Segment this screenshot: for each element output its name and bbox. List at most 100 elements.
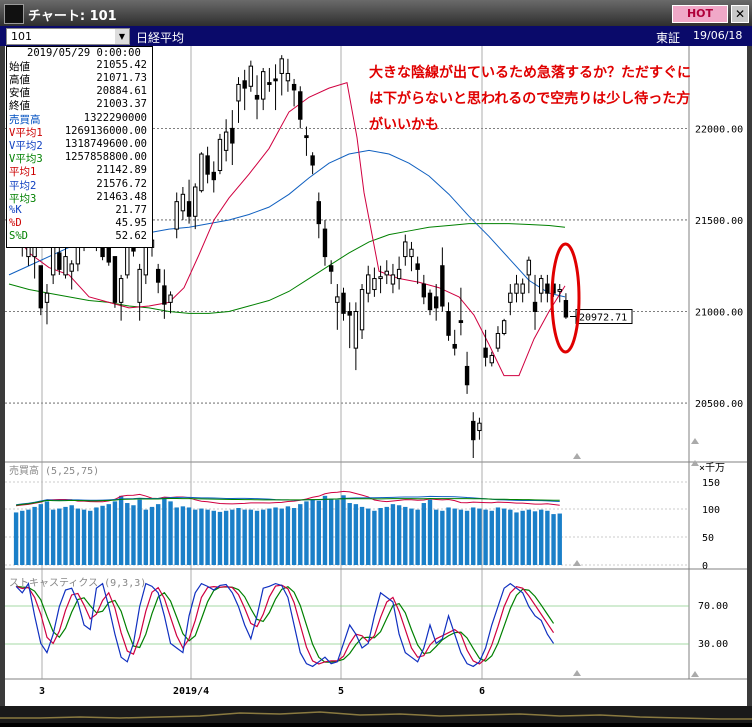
- volume-bar: [223, 510, 229, 565]
- volume-bar: [106, 504, 111, 565]
- info-date-row: 2019/05/29 0:00:00: [7, 47, 150, 59]
- stoch-tick-label: 30.00: [698, 639, 728, 650]
- candle-body: [557, 289, 562, 292]
- volume-bar: [236, 508, 241, 565]
- info-value: 21003.37: [96, 98, 147, 111]
- candle-body: [143, 246, 149, 276]
- volume-bar: [180, 506, 186, 565]
- volume-bar: [520, 510, 525, 565]
- volume-bar: [421, 503, 427, 565]
- volume-bar: [440, 510, 445, 565]
- volume-bar: [495, 507, 501, 565]
- volume-bar: [526, 509, 532, 565]
- candle-body: [63, 256, 68, 276]
- candle-body: [539, 278, 544, 294]
- info-row: 安値 20884.61: [7, 85, 150, 99]
- chart-window: チャート: 101 HOT ✕ 101 ▼ 日経平均 東証 19/06/18 2…: [0, 0, 752, 723]
- info-row: %D 45.95: [7, 217, 150, 229]
- scroll-arrow-icon: [573, 453, 581, 459]
- candle-body: [322, 228, 328, 258]
- candle-body: [217, 138, 223, 172]
- volume-bar: [112, 501, 118, 565]
- overview-strip: [0, 711, 752, 720]
- info-value: 1269136000.00: [64, 124, 147, 137]
- stock-name: 日経平均: [136, 31, 185, 45]
- info-value: 20884.61: [96, 85, 147, 98]
- info-date: 2019/05/29 0:00:00: [27, 47, 141, 59]
- candle-body: [433, 296, 439, 309]
- volume-bar: [514, 512, 519, 565]
- candle-body: [563, 300, 569, 318]
- title-bar: チャート: 101 HOT ✕: [0, 0, 752, 26]
- candle-body: [186, 201, 192, 217]
- volume-bar: [372, 510, 377, 565]
- volume-bar: [242, 509, 247, 565]
- volume-bar: [532, 511, 538, 565]
- volume-bar: [347, 503, 352, 565]
- candle-body: [403, 241, 408, 258]
- volume-bar: [143, 509, 149, 565]
- volume-bar: [390, 504, 396, 565]
- chevron-down-icon[interactable]: ▼: [115, 29, 129, 44]
- candle-body: [180, 193, 186, 212]
- volume-bar: [458, 509, 464, 565]
- volume-unit-label: ×千万: [699, 462, 725, 474]
- volume-bar: [328, 498, 334, 565]
- volume-bar: [155, 504, 161, 565]
- stock-code-select[interactable]: 101 ▼: [6, 28, 130, 45]
- window-title: チャート: 101: [28, 9, 117, 24]
- info-value: 52.62: [115, 230, 147, 243]
- info-value: 45.95: [115, 217, 147, 230]
- info-row: 終値 21003.37: [7, 98, 150, 112]
- volume-bar: [63, 506, 68, 565]
- volume-bar: [69, 505, 74, 565]
- candle-body: [310, 155, 315, 166]
- last-price-label: 20972.71: [579, 313, 627, 324]
- volume-tick-label: 50: [702, 533, 714, 544]
- price-tick-label: 21500.00: [695, 216, 743, 227]
- volume-bar: [162, 498, 167, 565]
- candle-body: [390, 274, 396, 285]
- chart-toolbar: 101 ▼ 日経平均 東証 19/06/18: [0, 26, 752, 46]
- volume-bar: [230, 509, 235, 565]
- candle-body: [384, 270, 389, 276]
- candle-body: [254, 94, 260, 100]
- candle-body: [291, 83, 297, 91]
- volume-bar: [551, 514, 556, 565]
- volume-bar: [501, 508, 507, 565]
- candle-body: [341, 292, 346, 314]
- volume-bar: [359, 506, 365, 565]
- volume-bar: [409, 508, 414, 565]
- candle-body: [38, 265, 43, 309]
- candle-body: [427, 292, 433, 311]
- volume-bar: [433, 509, 439, 565]
- info-row: 平均1 21142.89: [7, 164, 150, 178]
- volume-bar: [100, 505, 105, 565]
- scroll-arrow-icon: [691, 438, 699, 444]
- candle-body: [118, 278, 124, 303]
- candle-body: [248, 65, 254, 87]
- volume-bar: [316, 500, 321, 565]
- candle-body: [162, 285, 167, 305]
- stoch-d: [15, 584, 555, 665]
- candle-body: [199, 153, 204, 192]
- volume-bar: [118, 495, 124, 565]
- candle-body: [347, 311, 352, 316]
- candle-body: [137, 268, 142, 303]
- candle-body: [32, 246, 37, 258]
- info-row: 平均2 21576.72: [7, 178, 150, 192]
- stoch-tick-label: 70.00: [698, 601, 728, 612]
- market-name: 東証: [656, 31, 681, 45]
- volume-bar: [44, 501, 50, 565]
- scroll-arrow-icon: [573, 670, 581, 676]
- candle-body: [57, 252, 62, 270]
- candle-body: [193, 186, 198, 217]
- hot-button[interactable]: HOT: [672, 5, 728, 23]
- volume-bar: [415, 509, 420, 565]
- candle-body: [168, 294, 173, 303]
- volume-bar: [353, 504, 359, 565]
- candle-body: [112, 256, 118, 303]
- volume-bar: [94, 507, 99, 565]
- close-icon[interactable]: ✕: [731, 5, 749, 23]
- candle-body: [452, 343, 457, 349]
